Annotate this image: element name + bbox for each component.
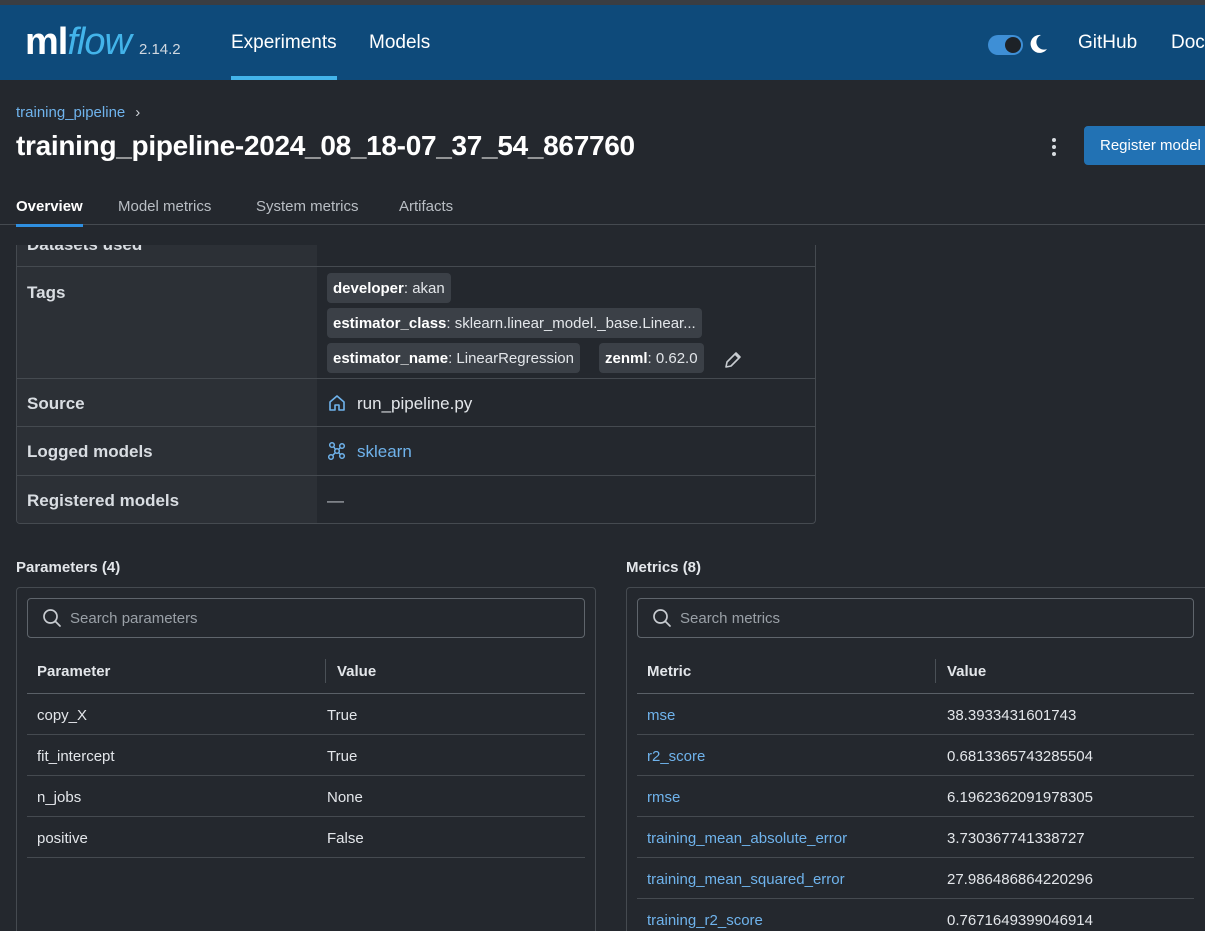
- page-title: training_pipeline-2024_08_18-07_37_54_86…: [16, 130, 635, 161]
- table-row: fit_intercept True: [27, 735, 585, 776]
- metrics-panel: Metric Value mse 38.3933431601743 r2_sco…: [626, 587, 1205, 931]
- run-details-table: Datasets used Tags developer: akan estim…: [16, 245, 816, 524]
- metric-column-header[interactable]: Metric: [647, 663, 691, 680]
- param-key: fit_intercept: [37, 748, 115, 765]
- datasets-label: Datasets used: [17, 245, 317, 266]
- logo-ml: ml: [25, 21, 68, 63]
- table-row: training_r2_score 0.7671649399046914: [637, 899, 1194, 931]
- table-row: positive False: [27, 817, 585, 858]
- details-row-registered-models: Registered models —: [17, 476, 815, 523]
- metrics-title: Metrics (8): [626, 559, 702, 576]
- app-header: ml flow 2.14.2: [0, 5, 1205, 80]
- param-value: True: [327, 748, 358, 765]
- param-key: copy_X: [37, 707, 88, 724]
- version-label: 2.14.2: [138, 41, 181, 58]
- tag-estimator-name[interactable]: estimator_name: LinearRegression: [327, 343, 580, 373]
- model-icon: [327, 441, 346, 461]
- more-options-icon[interactable]: [1046, 136, 1062, 158]
- source-value: run_pipeline.py: [317, 379, 815, 426]
- value-column-header[interactable]: Value: [337, 663, 376, 680]
- run-tabs: Overview Model metrics System metrics Ar…: [0, 190, 1205, 227]
- details-row-tags: Tags developer: akan estimator_class: sk…: [17, 267, 815, 379]
- metrics-search[interactable]: [637, 598, 1194, 638]
- logo-flow: flow: [67, 21, 132, 63]
- breadcrumb-experiment-link[interactable]: training_pipeline: [16, 104, 125, 121]
- breadcrumb: training_pipeline ›: [16, 104, 140, 121]
- metric-link[interactable]: training_r2_score: [647, 912, 763, 929]
- metric-link[interactable]: training_mean_absolute_error: [647, 830, 847, 847]
- param-key: n_jobs: [37, 789, 82, 806]
- metric-link[interactable]: rmse: [647, 789, 680, 806]
- param-value: None: [327, 789, 363, 806]
- nav-experiments[interactable]: Experiments: [231, 5, 337, 80]
- details-row-datasets: Datasets used: [17, 245, 815, 267]
- register-model-button[interactable]: Register model: [1084, 126, 1205, 165]
- source-label: Source: [17, 379, 317, 426]
- github-link[interactable]: GitHub: [1078, 5, 1137, 80]
- tab-overview[interactable]: Overview: [16, 198, 83, 227]
- parameters-panel: Parameter Value copy_X True fit_intercep…: [16, 587, 596, 931]
- metric-value: 0.7671649399046914: [947, 912, 1093, 929]
- dark-mode-toggle[interactable]: [988, 35, 1023, 55]
- table-row: n_jobs None: [27, 776, 585, 817]
- metric-link[interactable]: training_mean_squared_error: [647, 871, 845, 888]
- param-value: False: [327, 830, 364, 847]
- logged-models-value: sklearn: [317, 427, 815, 475]
- table-row: training_mean_squared_error 27.986486864…: [637, 858, 1194, 899]
- mlflow-logo[interactable]: ml flow 2.14.2: [25, 21, 181, 64]
- tab-system-metrics[interactable]: System metrics: [256, 198, 359, 215]
- search-icon: [43, 609, 61, 627]
- source-file-link[interactable]: run_pipeline.py: [357, 394, 472, 414]
- docs-link[interactable]: Docs: [1171, 5, 1205, 80]
- table-row: training_mean_absolute_error 3.730367741…: [637, 817, 1194, 858]
- tab-artifacts[interactable]: Artifacts: [399, 198, 453, 215]
- table-row: mse 38.3933431601743: [637, 694, 1194, 735]
- value-column-header[interactable]: Value: [947, 663, 986, 680]
- parameters-search-input[interactable]: [70, 609, 470, 627]
- metric-link[interactable]: r2_score: [647, 748, 705, 765]
- table-row: rmse 6.1962362091978305: [637, 776, 1194, 817]
- logged-model-link[interactable]: sklearn: [357, 442, 412, 462]
- search-icon: [653, 609, 671, 627]
- metric-link[interactable]: mse: [647, 707, 675, 724]
- metric-value: 3.730367741338727: [947, 830, 1085, 847]
- metric-value: 38.3933431601743: [947, 707, 1077, 724]
- details-row-source: Source run_pipeline.py: [17, 379, 815, 427]
- moon-icon: [1030, 34, 1047, 53]
- tag-developer[interactable]: developer: akan: [327, 273, 451, 303]
- column-divider[interactable]: [935, 659, 936, 683]
- metrics-search-input[interactable]: [680, 609, 1080, 627]
- parameters-title: Parameters (4): [16, 559, 121, 576]
- tags-value: developer: akan estimator_class: sklearn…: [317, 267, 815, 378]
- table-row: r2_score 0.6813365743285504: [637, 735, 1194, 776]
- tag-estimator-class[interactable]: estimator_class: sklearn.linear_model._b…: [327, 308, 702, 338]
- parameters-table-header: Parameter Value: [27, 646, 585, 694]
- logged-models-label: Logged models: [17, 427, 317, 475]
- param-key: positive: [37, 830, 88, 847]
- parameter-column-header[interactable]: Parameter: [37, 663, 110, 680]
- registered-models-value: —: [327, 491, 344, 510]
- column-divider[interactable]: [325, 659, 326, 683]
- param-value: True: [327, 707, 358, 724]
- metric-value: 0.6813365743285504: [947, 748, 1093, 765]
- parameters-search[interactable]: [27, 598, 585, 638]
- home-icon: [329, 395, 345, 411]
- metrics-table-header: Metric Value: [637, 646, 1194, 694]
- registered-models-label: Registered models: [17, 476, 317, 523]
- details-row-logged-models: Logged models sklearn: [17, 427, 815, 476]
- pencil-icon[interactable]: [723, 350, 743, 370]
- metric-value: 6.1962362091978305: [947, 789, 1093, 806]
- tab-model-metrics[interactable]: Model metrics: [118, 198, 211, 215]
- metric-value: 27.986486864220296: [947, 871, 1093, 888]
- table-row: copy_X True: [27, 694, 585, 735]
- chevron-right-icon: ›: [135, 104, 141, 121]
- tags-label: Tags: [17, 267, 317, 378]
- toggle-knob: [1005, 37, 1021, 53]
- tag-zenml[interactable]: zenml: 0.62.0: [599, 343, 704, 373]
- nav-models[interactable]: Models: [369, 5, 430, 80]
